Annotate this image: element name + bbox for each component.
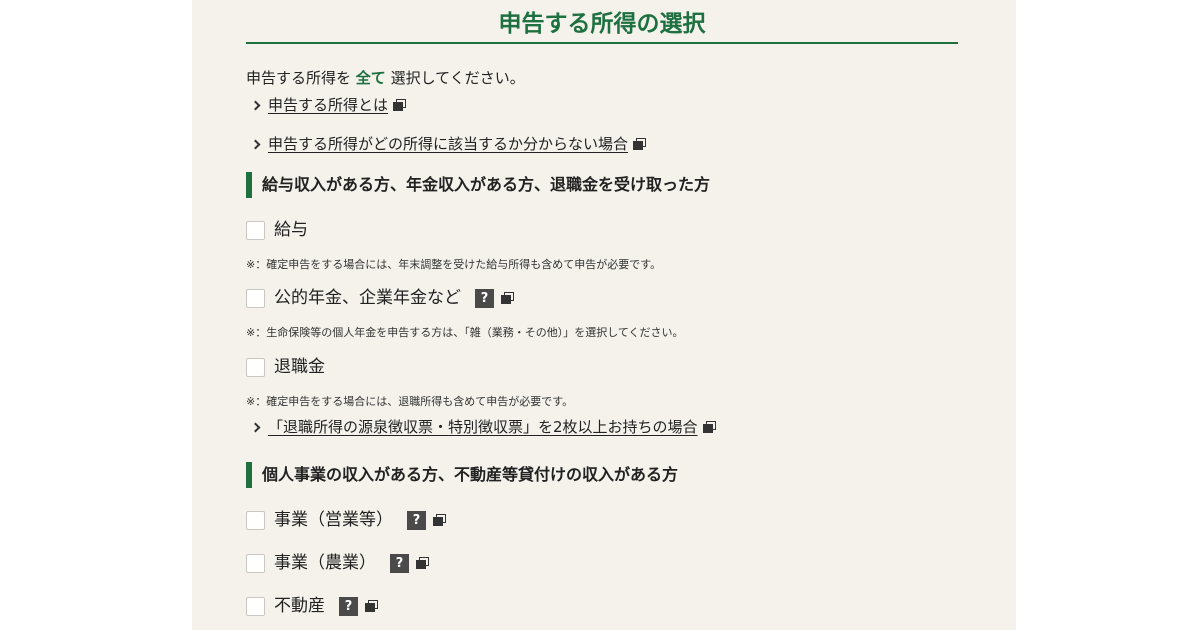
note-retirement: ※：確定申告をする場合には、退職所得も含めて申告が必要です。 bbox=[246, 395, 574, 408]
intro-suffix: 選択してください。 bbox=[390, 69, 525, 87]
intro-prefix: 申告する所得を bbox=[246, 69, 352, 87]
link-label[interactable]: 申告する所得とは bbox=[268, 95, 388, 115]
option-real-estate[interactable]: 不動産 ? bbox=[246, 595, 378, 617]
title-divider bbox=[246, 42, 958, 44]
page-title: 申告する所得の選択 bbox=[498, 11, 706, 37]
salary-checkbox[interactable] bbox=[246, 220, 265, 240]
chevron-right-icon bbox=[250, 139, 261, 150]
option-pension[interactable]: 公的年金、企業年金など ? bbox=[246, 287, 514, 309]
option-retirement[interactable]: 退職金 bbox=[246, 356, 325, 378]
question-icon[interactable]: ? bbox=[407, 510, 426, 530]
retirement-checkbox[interactable] bbox=[246, 357, 265, 377]
business-sales-checkbox[interactable] bbox=[246, 510, 265, 530]
section-accent-bar bbox=[246, 462, 252, 488]
link-label[interactable]: 申告する所得がどの所得に該当するか分からない場合 bbox=[268, 134, 628, 154]
link-label[interactable]: 「退職所得の源泉徴収票・特別徴収票」を2枚以上お持ちの場合 bbox=[268, 417, 698, 437]
chevron-right-icon bbox=[250, 422, 261, 433]
link-unsure-category[interactable]: 申告する所得がどの所得に該当するか分からない場合 bbox=[250, 134, 647, 154]
chevron-right-icon bbox=[250, 100, 261, 111]
new-window-icon bbox=[702, 421, 716, 433]
section-heading-text: 個人事業の収入がある方、不動産等貸付けの収入がある方 bbox=[262, 465, 679, 484]
section-heading-text: 給与収入がある方、年金収入がある方、退職金を受け取った方 bbox=[262, 175, 711, 194]
new-window-icon bbox=[501, 292, 514, 304]
option-label: 事業（農業） bbox=[274, 553, 376, 573]
section-accent-bar bbox=[246, 172, 252, 198]
option-business-farm[interactable]: 事業（農業） ? bbox=[246, 552, 429, 574]
new-window-icon bbox=[433, 514, 446, 526]
option-salary[interactable]: 給与 bbox=[246, 219, 308, 241]
note-pension: ※：生命保険等の個人年金を申告する方は、「雑（業務・その他）」を選択してください… bbox=[246, 326, 684, 339]
question-icon[interactable]: ? bbox=[390, 553, 409, 573]
option-label: 公的年金、企業年金など bbox=[274, 288, 461, 308]
pension-checkbox[interactable] bbox=[246, 288, 265, 308]
main-panel: 申告する所得の選択 申告する所得を 全て 選択してください。 申告する所得とは … bbox=[192, 0, 1016, 630]
question-icon[interactable]: ? bbox=[475, 288, 494, 308]
option-business-sales[interactable]: 事業（営業等） ? bbox=[246, 509, 446, 531]
option-label: 退職金 bbox=[274, 357, 325, 377]
real-estate-checkbox[interactable] bbox=[246, 596, 265, 616]
new-window-icon bbox=[416, 557, 429, 569]
section-heading-salary-pension: 給与収入がある方、年金収入がある方、退職金を受け取った方 bbox=[246, 172, 710, 198]
intro-emphasis: 全て bbox=[355, 69, 386, 87]
link-what-is-income[interactable]: 申告する所得とは bbox=[250, 95, 407, 115]
option-label: 不動産 bbox=[274, 596, 325, 616]
new-window-icon bbox=[393, 99, 407, 111]
section-heading-business-realestate: 個人事業の収入がある方、不動産等貸付けの収入がある方 bbox=[246, 462, 678, 488]
new-window-icon bbox=[633, 138, 647, 150]
option-label: 事業（営業等） bbox=[274, 510, 393, 530]
link-multiple-slips[interactable]: 「退職所得の源泉徴収票・特別徴収票」を2枚以上お持ちの場合 bbox=[250, 417, 716, 437]
note-salary: ※：確定申告をする場合には、年末調整を受けた給与所得も含めて申告が必要です。 bbox=[246, 258, 662, 271]
question-icon[interactable]: ? bbox=[339, 596, 358, 616]
business-farm-checkbox[interactable] bbox=[246, 553, 265, 573]
new-window-icon bbox=[365, 600, 378, 612]
intro-text: 申告する所得を 全て 選択してください。 bbox=[246, 68, 525, 88]
option-label: 給与 bbox=[274, 220, 308, 240]
